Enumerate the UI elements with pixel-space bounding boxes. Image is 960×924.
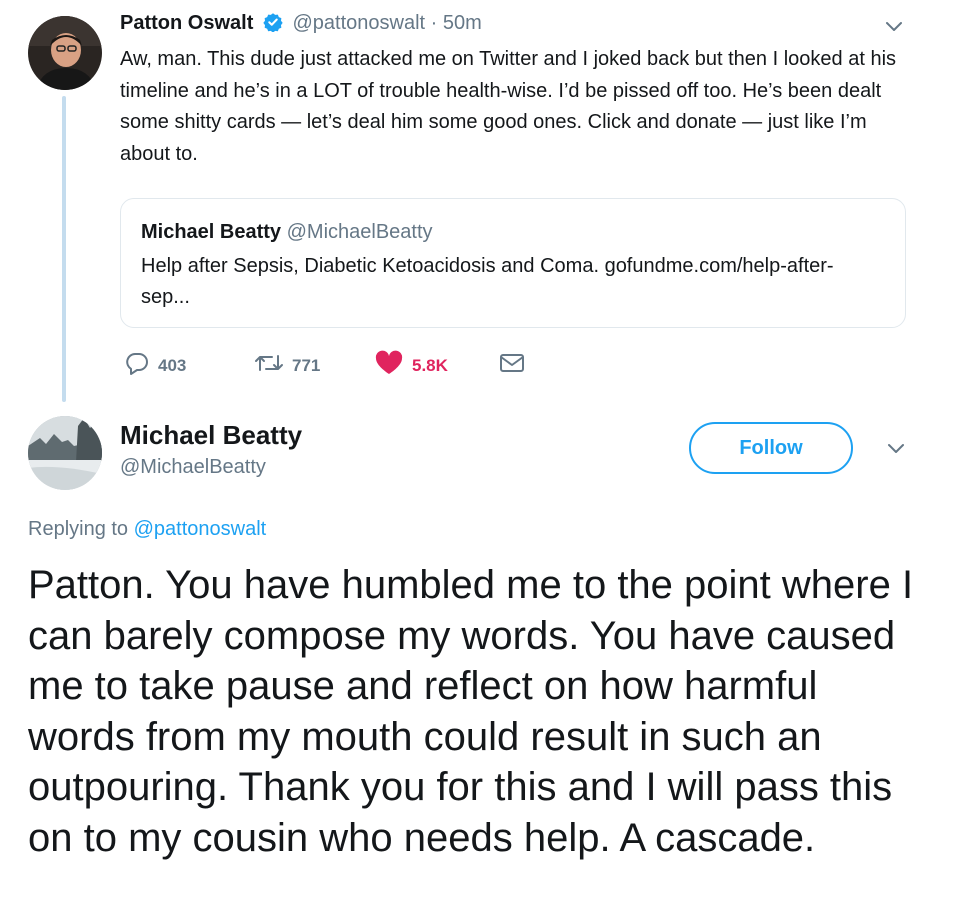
quoted-tweet-header: Michael Beatty @MichaelBeatty (141, 221, 433, 244)
chevron-down-icon[interactable] (884, 20, 904, 39)
replying-to-line: Replying to @pattonoswalt (28, 518, 266, 541)
tweet-header: Patton Oswalt @pattonoswalt · 50m (120, 12, 482, 38)
quoted-author-handle: @MichaelBeatty (286, 221, 433, 243)
reply-tweet-text: Patton. You have humbled me to the point… (28, 563, 914, 860)
verified-badge-icon (263, 12, 283, 38)
direct-message-button[interactable] (498, 350, 534, 381)
tweet-time[interactable]: · 50m (431, 12, 482, 34)
heart-icon (374, 350, 412, 381)
tweet-actions: 403 771 5.8K (120, 350, 620, 380)
like-count: 5.8K (412, 355, 448, 375)
tweet-text: Aw, man. This dude just attacked me on T… (120, 48, 897, 165)
retweet-count: 771 (292, 355, 321, 375)
quoted-tweet-text: Help after Sepsis, Diabetic Ketoacidosis… (141, 255, 834, 308)
avatar-michael[interactable] (28, 416, 102, 490)
like-button[interactable]: 5.8K (374, 350, 448, 381)
direct-message-icon (498, 350, 534, 381)
reply-count: 403 (158, 355, 187, 375)
avatar-patton[interactable] (28, 16, 102, 90)
reply-button[interactable]: 403 (124, 350, 186, 381)
quoted-tweet-card[interactable]: Michael Beatty @MichaelBeatty Help after… (120, 198, 906, 328)
chevron-down-icon[interactable] (886, 442, 906, 461)
thread-connector-line (62, 96, 66, 402)
quoted-author-name: Michael Beatty (141, 221, 282, 243)
reply-author-name[interactable]: Michael Beatty (120, 420, 302, 451)
retweet-button[interactable]: 771 (254, 350, 320, 381)
reply-icon (124, 350, 158, 381)
replying-to-link[interactable]: @pattonoswalt (134, 518, 267, 540)
author-handle[interactable]: @pattonoswalt (292, 12, 425, 34)
replying-to-label: Replying to (28, 518, 129, 540)
retweet-icon (254, 350, 292, 381)
author-name[interactable]: Patton Oswalt (120, 12, 253, 34)
follow-button[interactable]: Follow (689, 422, 853, 474)
reply-author-handle[interactable]: @MichaelBeatty (120, 456, 266, 479)
